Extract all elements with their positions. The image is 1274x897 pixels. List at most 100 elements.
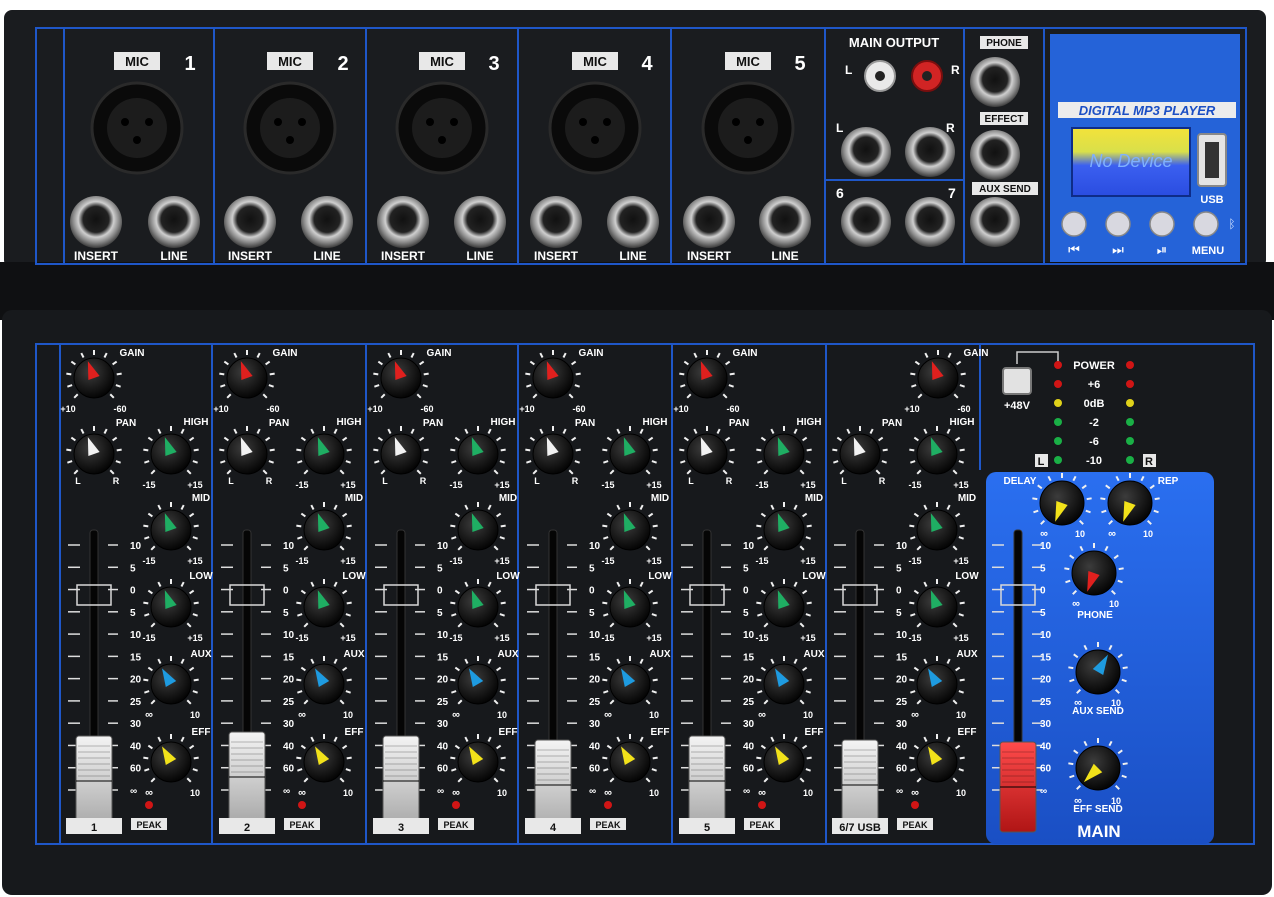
gain-label: GAIN	[273, 348, 298, 359]
fader-scale-label: 30	[589, 719, 601, 730]
peak-label: PEAK	[289, 820, 315, 830]
insert-jack[interactable]	[377, 196, 429, 248]
insert-jack[interactable]	[70, 196, 122, 248]
input-7-jack[interactable]	[905, 197, 955, 247]
meter-led-left	[1054, 418, 1062, 426]
line-jack[interactable]	[607, 196, 659, 248]
peak-led	[758, 801, 766, 809]
knob-tick	[373, 372, 379, 376]
knob-tick	[193, 756, 199, 760]
high-max-label: +15	[953, 480, 968, 490]
pan-r-label: R	[266, 476, 273, 486]
peak-label: PEAK	[443, 820, 469, 830]
knob-tick	[346, 678, 352, 682]
insert-jack[interactable]	[530, 196, 582, 248]
mid-min-label: -15	[449, 556, 462, 566]
pan-label: PAN	[116, 418, 136, 429]
main-left-jack[interactable]	[841, 127, 891, 177]
gain-max-label: -60	[266, 404, 279, 414]
line-jack[interactable]	[148, 196, 200, 248]
eff-label: EFF	[805, 727, 824, 738]
low-label: LOW	[648, 571, 672, 582]
rep-min-label: ∞	[1108, 528, 1116, 540]
prev-button[interactable]	[1061, 211, 1087, 237]
main-output-l2: L	[836, 121, 843, 135]
line-jack[interactable]	[454, 196, 506, 248]
line-label: LINE	[771, 249, 798, 263]
aux-min-label: ∞	[911, 709, 919, 721]
gain-min-label: +10	[519, 404, 534, 414]
knob-tick	[1118, 567, 1124, 571]
knob-tick	[652, 678, 658, 682]
low-min-label: -15	[908, 633, 921, 643]
eff-max-label: 10	[803, 788, 813, 798]
xlr-pin	[274, 118, 282, 126]
fader-scale-label: 30	[743, 719, 755, 730]
knob-tick	[575, 372, 581, 376]
knob-tick	[143, 601, 149, 605]
fader-scale-label: 25	[743, 697, 755, 708]
input-6-jack[interactable]	[841, 197, 891, 247]
knob-tick	[602, 678, 608, 682]
knob-tick	[959, 678, 965, 682]
meter-level-label: +6	[1088, 379, 1101, 391]
fader-cap[interactable]	[841, 739, 879, 831]
phone-max-label: 10	[1109, 599, 1119, 609]
knob-tick	[346, 524, 352, 528]
prev-icon: ⏮	[1068, 242, 1080, 257]
meter-level-label: 0dB	[1084, 398, 1105, 410]
knob-tick	[500, 448, 506, 452]
high-min-label: -15	[601, 480, 614, 490]
mid-max-label: +15	[187, 556, 202, 566]
knob-tick	[346, 448, 352, 452]
pan-label: PAN	[729, 418, 749, 429]
phone-jack[interactable]	[970, 57, 1020, 107]
eff-min-label: ∞	[298, 787, 306, 799]
fader-cap[interactable]	[382, 735, 420, 827]
line-jack[interactable]	[301, 196, 353, 248]
knob-tick	[66, 448, 72, 452]
aux-send-jack[interactable]	[970, 197, 1020, 247]
insert-jack[interactable]	[224, 196, 276, 248]
fader-scale-label: 5	[283, 608, 289, 619]
line-label: LINE	[160, 249, 187, 263]
fader-scale-label: 30	[1040, 719, 1052, 730]
xlr-pin	[732, 118, 740, 126]
fader-scale-label: 30	[130, 719, 142, 730]
next-button[interactable]	[1105, 211, 1131, 237]
fader-scale-label: ∞	[283, 786, 290, 797]
insert-jack[interactable]	[683, 196, 735, 248]
mid-label: MID	[958, 493, 976, 504]
mid-min-label: -15	[601, 556, 614, 566]
menu-button[interactable]	[1193, 211, 1219, 237]
knob-tick	[882, 448, 888, 452]
knob-tick	[756, 448, 762, 452]
xlr-pin	[133, 136, 141, 144]
usb-label: USB	[1200, 194, 1223, 206]
fader-cap[interactable]	[999, 741, 1037, 833]
phantom-switch[interactable]	[1002, 367, 1032, 395]
channel-number: 2	[337, 53, 348, 75]
fader-scale-label: 40	[437, 741, 449, 752]
play-pause-button[interactable]	[1149, 211, 1175, 237]
channel-number-label: 4	[550, 822, 557, 834]
eff-label: EFF	[651, 727, 670, 738]
low-label: LOW	[496, 571, 520, 582]
fader-cap[interactable]	[534, 739, 572, 831]
knob-tick	[143, 756, 149, 760]
peak-label: PEAK	[136, 820, 162, 830]
high-max-label: +15	[187, 480, 202, 490]
xlr-pin	[450, 118, 458, 126]
aux-max-label: 10	[343, 710, 353, 720]
fader-scale-label: 20	[437, 675, 449, 686]
line-jack[interactable]	[759, 196, 811, 248]
knob-tick	[296, 448, 302, 452]
knob-tick	[525, 372, 531, 376]
fader-cap[interactable]	[688, 735, 726, 827]
effect-jack[interactable]	[970, 130, 1020, 180]
fader-scale-label: 5	[896, 563, 902, 574]
fader-cap[interactable]	[228, 731, 266, 823]
aux-label: AUX	[649, 649, 670, 660]
fader-cap[interactable]	[75, 735, 113, 827]
xlr-jack-inner	[565, 98, 625, 158]
